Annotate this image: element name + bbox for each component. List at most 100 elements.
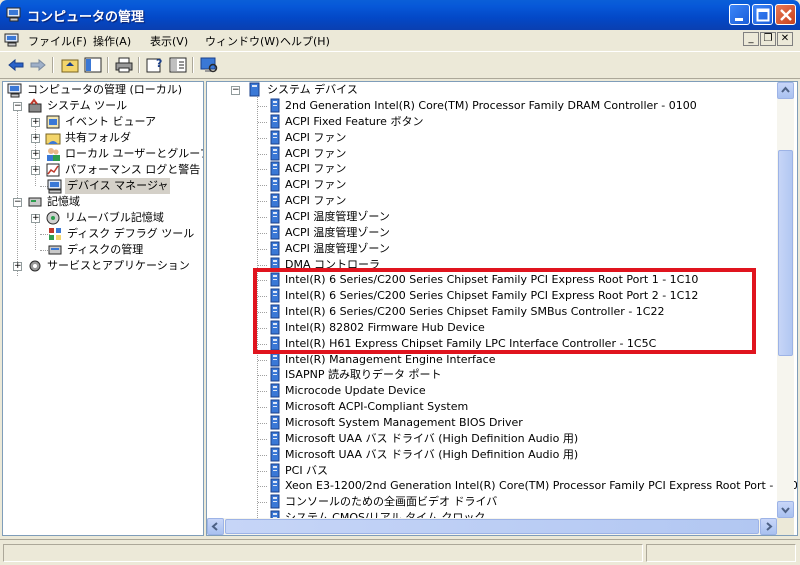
toolbar-separator <box>192 57 194 73</box>
minimize-icon <box>735 18 743 21</box>
vertical-scrollbar[interactable] <box>777 82 794 518</box>
help-icon[interactable]: ? <box>145 56 165 74</box>
device-item-label: Microsoft System Management BIOS Driver <box>285 416 523 429</box>
expand-icon[interactable]: + <box>31 118 40 127</box>
print-icon[interactable] <box>114 56 134 74</box>
arrow-down-icon <box>781 507 790 514</box>
device-item-label: ACPI ファン <box>285 146 347 160</box>
expand-icon[interactable]: + <box>31 150 40 159</box>
show-hide-tree-icon[interactable] <box>83 56 103 74</box>
toolbar-separator <box>107 57 109 73</box>
forward-arrow-icon[interactable] <box>28 56 48 74</box>
storage-icon <box>28 197 42 207</box>
performance-logs-icon <box>46 163 60 177</box>
toolbar-separator <box>52 57 54 73</box>
device-item-label: ACPI 温度管理ゾーン <box>285 225 390 239</box>
device-item-label: PCI バス <box>285 463 329 477</box>
expand-icon[interactable]: + <box>13 262 22 271</box>
removable-storage-icon <box>46 211 60 225</box>
close-button[interactable] <box>775 4 796 25</box>
device-item-label: ACPI ファン <box>285 162 347 176</box>
device-item-label: Microsoft ACPI-Compliant System <box>285 400 469 414</box>
device-manager-icon <box>47 179 62 194</box>
system-device-icon <box>268 241 282 257</box>
window-title: コンピュータの管理 <box>27 10 145 25</box>
menu-action[interactable]: 操作(A) <box>93 33 131 49</box>
system-device-icon <box>268 494 282 510</box>
mdi-minimize-button[interactable]: _ <box>743 32 759 46</box>
defrag-icon <box>49 228 61 240</box>
device-item-label: ACPI ファン <box>285 130 347 144</box>
up-folder-icon[interactable] <box>60 56 80 74</box>
scroll-up-button[interactable] <box>777 82 794 99</box>
menu-window[interactable]: ウィンドウ(W) <box>205 33 279 49</box>
tree-item-label: コンピュータの管理 (ローカル) <box>27 83 183 96</box>
system-device-icon <box>268 161 282 177</box>
menu-file[interactable]: ファイル(F) <box>28 33 87 49</box>
tree-item-label: リムーバブル記憶域 <box>65 211 164 224</box>
device-item-label: Microsoft UAA バス ドライバ (High Definition A… <box>285 447 579 461</box>
arrow-right-icon <box>766 522 773 531</box>
maximize-button[interactable] <box>752 4 773 25</box>
tree-item-label: デバイス マネージャ <box>65 178 171 194</box>
collapse-icon[interactable]: − <box>231 86 240 95</box>
system-device-icon <box>268 415 282 431</box>
scrollbar-corner <box>777 518 794 535</box>
expand-icon[interactable]: + <box>31 134 40 143</box>
shared-folder-icon <box>45 133 61 145</box>
services-icon <box>29 260 41 272</box>
device-item-label: コンソールのための全画面ビデオ ドライバ <box>285 495 498 509</box>
maximize-icon <box>756 8 770 22</box>
menu-bar: ファイル(F) 操作(A) 表示(V) ウィンドウ(W) ヘルプ(H) <box>0 30 800 50</box>
system-device-icon <box>249 82 260 97</box>
expand-icon[interactable]: + <box>31 214 40 223</box>
minimize-button[interactable] <box>729 4 750 25</box>
horizontal-scrollbar[interactable] <box>207 518 777 535</box>
console-tree-pane: コンピュータの管理 (ローカル) − システム ツール + イベント ビューア … <box>2 81 204 536</box>
scroll-down-button[interactable] <box>777 501 794 518</box>
horizontal-scroll-thumb[interactable] <box>225 519 759 534</box>
tree-item-label: サービスとアプリケーション <box>47 259 190 272</box>
properties-icon[interactable] <box>168 56 188 74</box>
system-device-icon <box>268 431 282 447</box>
computer-management-icon[interactable] <box>4 33 20 47</box>
tree-item-label: ディスク デフラグ ツール <box>67 227 195 240</box>
system-device-icon <box>268 399 282 415</box>
scroll-left-button[interactable] <box>207 518 224 535</box>
mdi-close-button[interactable]: ✕ <box>777 32 793 46</box>
system-device-icon <box>268 367 282 383</box>
collapse-icon[interactable]: − <box>13 198 22 207</box>
toolbar-separator <box>138 57 140 73</box>
tree-item-label: 記憶域 <box>47 195 80 208</box>
tree-item-label: ディスクの管理 <box>67 243 144 256</box>
vertical-scroll-thumb[interactable] <box>778 150 793 356</box>
system-device-icon <box>268 130 282 146</box>
toolbar: ? <box>0 51 800 79</box>
back-arrow-icon[interactable] <box>6 56 26 74</box>
scan-hardware-icon[interactable] <box>199 56 219 74</box>
collapse-icon[interactable]: − <box>13 102 22 111</box>
status-cell-main <box>3 544 643 562</box>
menu-help[interactable]: ヘルプ(H) <box>280 33 330 49</box>
system-device-icon <box>268 193 282 209</box>
system-device-icon <box>268 98 282 114</box>
device-item-label: Xeon E3-1200/2nd Generation Intel(R) Cor… <box>285 479 798 493</box>
tree-item-label: ローカル ユーザーとグループ <box>65 147 204 160</box>
device-item-label: ACPI ファン <box>285 178 347 192</box>
expand-icon[interactable]: + <box>31 166 40 175</box>
event-viewer-icon <box>46 115 60 129</box>
device-item-label: Microcode Update Device <box>285 384 426 398</box>
tree-item-label: システム ツール <box>47 99 128 112</box>
device-item-label: ACPI Fixed Feature ボタン <box>285 114 424 128</box>
system-device-icon <box>268 177 282 193</box>
device-item-label: ACPI 温度管理ゾーン <box>285 241 390 255</box>
users-icon <box>47 148 60 161</box>
device-category-label: システム デバイス <box>267 83 358 96</box>
red-highlight-box <box>253 268 756 354</box>
menu-view[interactable]: 表示(V) <box>150 33 188 49</box>
scroll-right-button[interactable] <box>760 518 777 535</box>
status-bar <box>0 539 800 565</box>
mdi-restore-button[interactable]: ❐ <box>760 32 776 46</box>
device-item-label: ISAPNP 読み取りデータ ポート <box>285 368 442 382</box>
restore-icon: ❐ <box>763 33 773 44</box>
